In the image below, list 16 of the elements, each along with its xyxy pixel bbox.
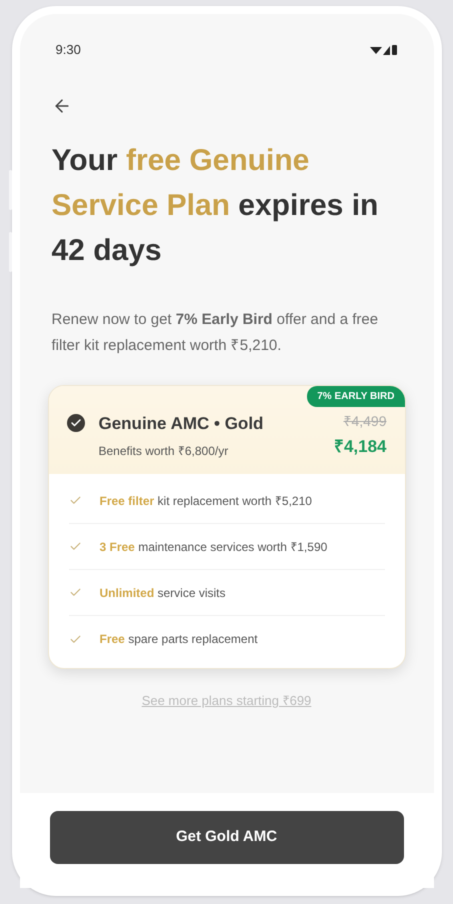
cta-button[interactable]: Get Gold AMC — [50, 811, 404, 864]
plan-name: Genuine AMC • Gold — [98, 412, 264, 434]
page-heading: Your free Genuine Service Plan expires in 42 days — [50, 142, 380, 268]
plan-benefits-worth: Benefits worth ₹6,800/yr — [98, 443, 230, 460]
early-bird-badge: 7% EARLY BIRD — [307, 386, 404, 406]
benefit-text: Unlimited service visits — [100, 584, 226, 602]
benefit-text: 3 Free maintenance services worth ₹1,590 — [100, 538, 328, 556]
check-icon — [68, 632, 82, 646]
price: ₹4,184 — [334, 436, 386, 458]
status-time: 9:30 — [56, 41, 81, 59]
old-price: ₹4,499 — [343, 412, 386, 430]
status-icons — [370, 44, 398, 56]
benefit-text: Free spare parts replacement — [100, 631, 258, 648]
benefit-text: Free filter kit replacement worth ₹5,210 — [100, 492, 312, 510]
description: Renew now to get 7% Early Bird offer and a free filter kit replacement worth ₹5,210. — [50, 310, 380, 356]
plan-card[interactable] — [48, 384, 406, 669]
